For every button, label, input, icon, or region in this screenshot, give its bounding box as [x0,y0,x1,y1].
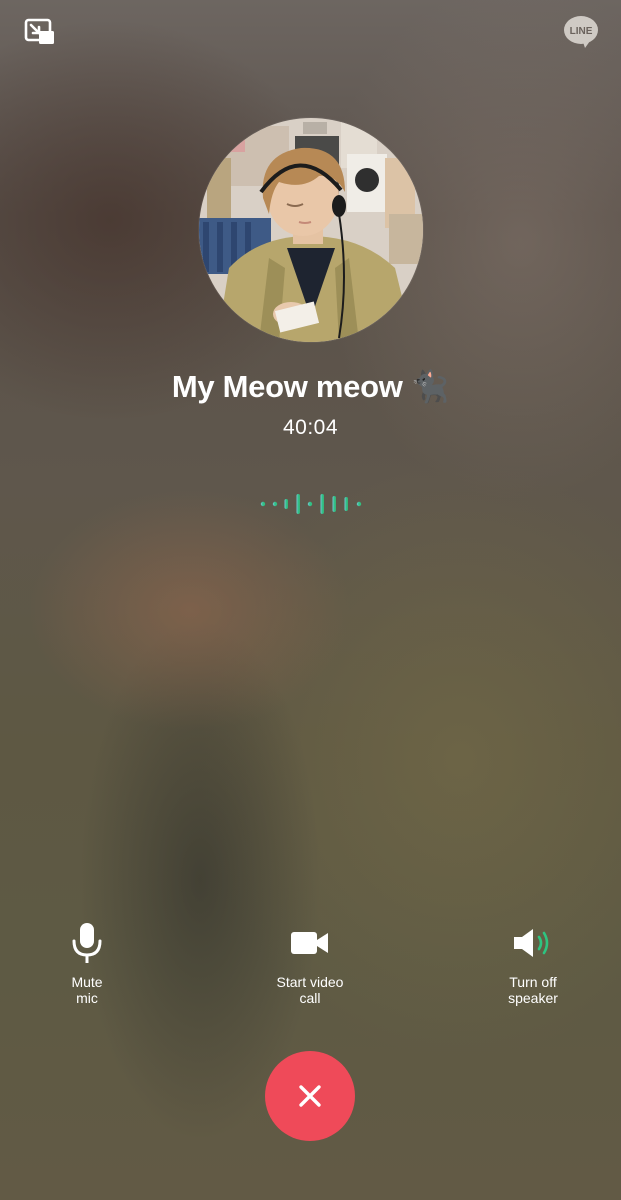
turn-off-speaker-button[interactable]: Turn off speaker [448,918,618,1006]
minimize-call-button[interactable] [22,14,58,50]
call-duration: 40:04 [282,416,339,439]
start-video-call-label: Start video call [276,974,344,1006]
svg-text:LINE: LINE [570,26,593,37]
mute-mic-label: Mute mic [71,974,103,1006]
speaker-on-icon [508,918,558,968]
turn-off-speaker-label: Turn off speaker [508,974,558,1006]
contact-name: My Meow meow 🐈‍⬛ [171,369,450,404]
mute-mic-button[interactable]: Mute mic [2,918,172,1006]
close-icon [299,1085,321,1107]
voice-activity-indicator [260,494,362,514]
line-logo: LINE [563,14,599,50]
minimize-window-icon [24,18,54,44]
end-call-button[interactable] [265,1051,355,1141]
microphone-icon [62,918,112,968]
start-video-call-button[interactable]: Start video call [225,918,395,1006]
video-camera-icon [285,918,335,968]
line-logo-icon: LINE [564,16,598,48]
voice-call-screen: LINE [0,0,621,1200]
caller-avatar [199,118,423,342]
